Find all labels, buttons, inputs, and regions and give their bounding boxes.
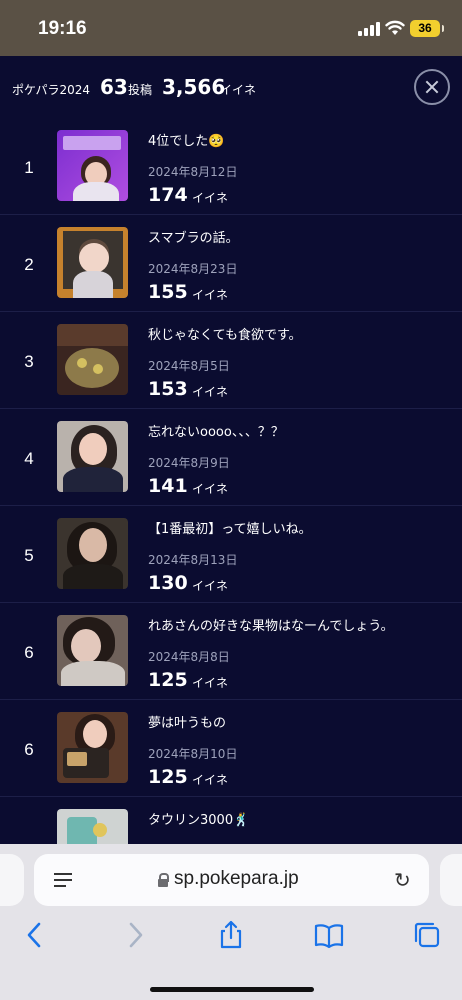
next-tab-preview[interactable]	[440, 854, 462, 906]
url-text[interactable]: sp.pokepara.jp	[174, 868, 299, 890]
list-item[interactable]: 1 4位でした🥺 2024年8月12日 174 イイネ	[0, 118, 462, 215]
post-likes: 141	[148, 475, 188, 497]
rank-number: 5	[24, 546, 34, 565]
post-title: 秋じゃなくても食欲です。	[148, 328, 302, 343]
post-likes: 130	[148, 572, 188, 594]
brand-label: ポケパラ2024	[12, 83, 91, 97]
post-thumbnail	[57, 421, 128, 492]
posts-label: 投稿	[128, 83, 153, 97]
post-title: 4位でした🥺	[148, 134, 225, 149]
list-item[interactable]: 2 スマブラの話。 2024年8月23日 155 イイネ	[0, 215, 462, 312]
post-title: れあさんの好きな果物はなーんでしょう。	[148, 619, 394, 634]
wifi-icon	[385, 20, 405, 35]
list-item[interactable]: 4 忘れないoooo、、、？？ 2024年8月9日 141 イイネ	[0, 409, 462, 506]
post-title: タウリン3000🕺	[148, 813, 250, 828]
post-likes-label: イイネ	[192, 482, 229, 496]
home-indicator	[150, 987, 314, 992]
battery-icon: 36	[410, 20, 444, 37]
share-icon[interactable]	[216, 920, 246, 950]
post-likes: 174	[148, 184, 188, 206]
post-likes-label: イイネ	[192, 191, 229, 205]
post-thumbnail	[57, 809, 128, 844]
post-ranking-list: 1 4位でした🥺 2024年8月12日 174 イイネ 2 スマブラの話。 20…	[0, 118, 462, 844]
post-likes: 125	[148, 766, 188, 788]
post-date: 2024年8月12日	[148, 165, 238, 179]
post-likes: 155	[148, 281, 188, 303]
post-likes-label: イイネ	[192, 579, 229, 593]
post-thumbnail	[57, 227, 128, 298]
forward-icon[interactable]	[120, 920, 150, 950]
previous-tab-preview[interactable]	[0, 854, 24, 906]
address-bar[interactable]: sp.pokepara.jp ↻	[34, 854, 429, 906]
rank-number: 6	[24, 643, 34, 662]
likes-total-label: イイネ	[220, 83, 257, 97]
post-title: スマブラの話。	[148, 231, 239, 246]
reload-icon[interactable]: ↻	[394, 869, 414, 891]
post-thumbnail	[57, 615, 128, 686]
cellular-signal-icon	[358, 22, 380, 36]
list-item[interactable]: 6 夢は叶うもの 2024年8月10日 125 イイネ	[0, 700, 462, 797]
post-thumbnail	[57, 518, 128, 589]
rank-number: 3	[24, 352, 34, 371]
post-thumbnail	[57, 130, 128, 201]
post-date: 2024年8月8日	[148, 650, 230, 664]
page-menu-icon[interactable]	[54, 871, 72, 889]
post-likes-label: イイネ	[192, 676, 229, 690]
rank-number: 6	[24, 740, 34, 759]
post-title: 【1番最初】って嬉しいね。	[148, 522, 312, 537]
post-likes: 125	[148, 669, 188, 691]
post-likes-label: イイネ	[192, 288, 229, 302]
post-thumbnail	[57, 712, 128, 783]
lock-icon	[158, 873, 169, 887]
ranking-header: ポケパラ2024 63 投稿 3,566 イイネ	[0, 56, 462, 118]
bookmarks-icon[interactable]	[314, 920, 344, 950]
post-date: 2024年8月9日	[148, 456, 230, 470]
status-time: 19:16	[38, 18, 87, 39]
post-likes-label: イイネ	[192, 385, 229, 399]
post-date: 2024年8月23日	[148, 262, 238, 276]
rank-number: 1	[24, 158, 34, 177]
posts-count: 63	[100, 75, 128, 99]
rank-number: 2	[24, 255, 34, 274]
back-icon[interactable]	[20, 920, 50, 950]
list-item[interactable]: 6 れあさんの好きな果物はなーんでしょう。 2024年8月8日 125 イイネ	[0, 603, 462, 700]
list-item[interactable]: 5 【1番最初】って嬉しいね。 2024年8月13日 130 イイネ	[0, 506, 462, 603]
post-date: 2024年8月5日	[148, 359, 230, 373]
post-thumbnail	[57, 324, 128, 395]
tabs-icon[interactable]	[412, 920, 442, 950]
list-item[interactable]: 3 秋じゃなくても食欲です。 2024年8月5日 153 イイネ	[0, 312, 462, 409]
list-item[interactable]: タウリン3000🕺	[0, 797, 462, 844]
browser-toolbar: sp.pokepara.jp ↻	[0, 844, 462, 1000]
close-button[interactable]	[414, 69, 450, 105]
likes-total: 3,566	[162, 75, 226, 99]
rank-number: 4	[24, 449, 34, 468]
post-title: 夢は叶うもの	[148, 716, 227, 731]
post-date: 2024年8月10日	[148, 747, 238, 761]
status-bar: 19:16 36	[0, 0, 462, 56]
post-title: 忘れないoooo、、、？？	[148, 425, 284, 440]
post-likes: 153	[148, 378, 188, 400]
post-likes-label: イイネ	[192, 773, 229, 787]
post-date: 2024年8月13日	[148, 553, 238, 567]
